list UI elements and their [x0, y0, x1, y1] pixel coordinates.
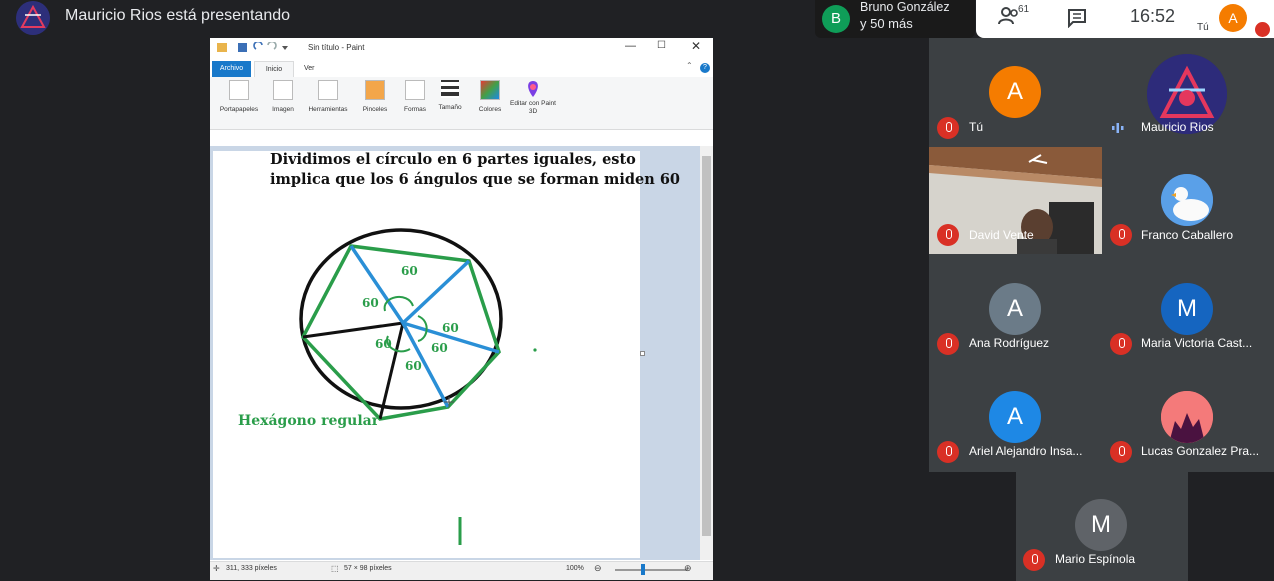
tab-inicio[interactable]: Inicio	[254, 61, 294, 78]
angle-label: 60	[405, 359, 422, 373]
paint3d-icon	[524, 80, 542, 98]
participant-avatar: A	[989, 283, 1041, 335]
ribbon-paint3d[interactable]: Editar con Paint 3D	[510, 80, 556, 116]
participant-name: Mauricio Rios	[1141, 120, 1214, 134]
selection-size-icon: ⬚	[331, 564, 339, 573]
colors-icon	[480, 80, 500, 100]
mic-off-icon	[937, 441, 959, 463]
mic-off-icon	[1023, 549, 1045, 571]
zoom-out-icon[interactable]: ⊖	[594, 563, 602, 574]
brush-icon	[365, 80, 385, 100]
ribbon-colors[interactable]: Colores	[474, 80, 506, 113]
participant-avatar	[1161, 391, 1213, 443]
participant-avatar: M	[1161, 283, 1213, 335]
participant-name: Bruno González	[860, 0, 950, 14]
participant-name: David Vente	[969, 228, 1034, 242]
self-avatar[interactable]: A	[1219, 4, 1247, 32]
mic-off-icon	[937, 224, 959, 246]
ribbon-label: Portapapeles	[219, 106, 259, 113]
scrollbar-thumb[interactable]	[702, 156, 711, 536]
minimize-icon[interactable]: —	[625, 40, 636, 52]
participant-name: Ariel Alejandro Insa...	[969, 444, 1083, 458]
maximize-icon[interactable]: ☐	[657, 40, 666, 51]
ribbon-clipboard[interactable]: Portapapeles	[214, 80, 264, 113]
participant-name: Lucas Gonzalez Pra...	[1141, 444, 1260, 458]
paint-window: Sin título - Paint — ☐ ✕ Archivo Inicio …	[210, 38, 713, 580]
ribbon-shapes[interactable]: Formas	[400, 80, 430, 113]
zoom-slider-thumb[interactable]	[641, 564, 645, 575]
self-label: Tú	[1197, 22, 1209, 33]
cursor-position-icon: ✛	[213, 564, 220, 573]
ribbon-label: Colores	[478, 106, 502, 113]
tab-archivo[interactable]: Archivo	[212, 61, 251, 77]
hexagon-label: Hexágono regular	[238, 413, 380, 429]
participant-avatar-initial: B	[822, 5, 850, 33]
ribbon-label: Imagen	[272, 106, 294, 113]
meeting-clock: 16:52	[1130, 6, 1176, 26]
presenting-banner: Mauricio Rios está presentando	[65, 7, 291, 24]
zoom-level: 100%	[566, 565, 584, 572]
canvas-resize-handle[interactable]	[640, 351, 645, 356]
help-icon[interactable]: ?	[700, 63, 710, 73]
radius-line	[302, 321, 404, 339]
participants-more-count: y 50 más	[860, 16, 913, 31]
participant-name: Maria Victoria Cast...	[1141, 336, 1253, 350]
ribbon-tools[interactable]: Herramientas	[302, 80, 354, 113]
mic-off-icon	[1110, 224, 1132, 246]
participant-avatar: A	[989, 66, 1041, 118]
size-icon	[441, 80, 459, 98]
people-count: 61	[1018, 4, 1030, 15]
radius-line	[349, 245, 405, 324]
presenter-avatar	[16, 1, 50, 35]
ribbon: Portapapeles Imagen Herramientas Pincele…	[210, 77, 713, 130]
ribbon-label: Formas	[403, 106, 427, 113]
close-icon[interactable]: ✕	[691, 39, 701, 53]
angle-label: 60	[442, 321, 459, 335]
angle-label: 60	[375, 337, 392, 351]
mic-off-icon	[937, 333, 959, 355]
participant-avatar: A	[989, 391, 1041, 443]
participant-name: Franco Caballero	[1141, 228, 1234, 242]
ribbon-label: Tamaño	[438, 104, 462, 111]
ribbon-brushes[interactable]: Pinceles	[358, 80, 392, 113]
stray-dot	[533, 348, 537, 352]
clipboard-icon	[229, 80, 249, 100]
chat-icon[interactable]	[1067, 8, 1087, 29]
participant-name: Ana Rodríguez	[969, 336, 1050, 350]
collapse-ribbon-icon[interactable]: ⌃	[686, 61, 693, 70]
participant-name: Mario Espínola	[1055, 552, 1136, 566]
selection-size: 57 × 98 píxeles	[344, 565, 392, 572]
quick-access-toolbar[interactable]	[216, 42, 304, 54]
ribbon-label: Herramientas	[308, 106, 348, 113]
ribbon-label: Editar con Paint 3D	[510, 100, 556, 115]
mic-off-icon	[937, 117, 959, 139]
title-bar: Sin título - Paint — ☐ ✕	[210, 38, 713, 58]
window-title: Sin título - Paint	[308, 43, 365, 52]
angle-label: 60	[362, 296, 379, 310]
ribbon-size[interactable]: Tamaño	[434, 80, 466, 111]
mic-off-icon	[1110, 333, 1132, 355]
zoom-slider[interactable]	[615, 569, 687, 571]
ribbon-label: Pinceles	[362, 106, 388, 113]
zoom-in-icon[interactable]: ⊕	[684, 563, 692, 574]
tab-ver[interactable]: Ver	[304, 61, 315, 77]
drawing-canvas[interactable]: Dividimos el círculo en 6 partes iguales…	[213, 151, 680, 558]
hexagon-drawing	[299, 228, 537, 545]
speaking-indicator-icon	[1111, 121, 1125, 135]
angle-label: 60	[431, 341, 448, 355]
participant-avatar	[1161, 174, 1213, 226]
participant-avatar: M	[1075, 499, 1127, 551]
cursor-position: 311, 333 píxeles	[226, 565, 277, 572]
mic-off-icon	[1110, 441, 1132, 463]
mic-off-icon	[1255, 22, 1270, 37]
tools-icon	[318, 80, 338, 100]
shapes-icon	[405, 80, 425, 100]
image-icon	[273, 80, 293, 100]
angle-label: 60	[401, 264, 418, 278]
ribbon-image[interactable]: Imagen	[267, 80, 299, 113]
participant-name: Tú	[969, 120, 984, 134]
